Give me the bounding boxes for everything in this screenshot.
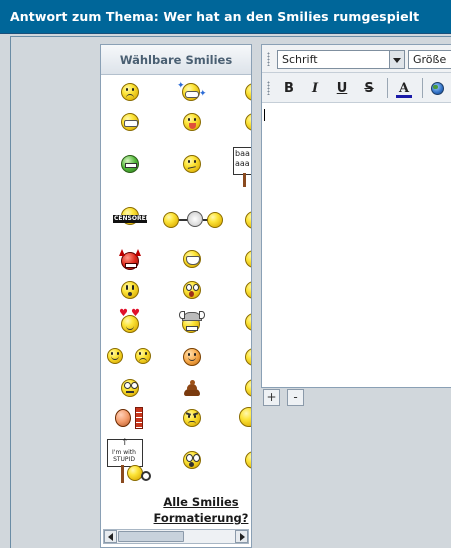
smiley-rolleyes[interactable] [121, 379, 139, 397]
text-color-button[interactable]: A [394, 79, 414, 98]
smiley-baaa-sign[interactable]: baa aaa [233, 147, 251, 187]
smiley-partial-4[interactable] [245, 211, 251, 229]
smiley-partial-11[interactable] [245, 451, 251, 469]
stupid-sign-text: I'm with STUPID [112, 449, 136, 463]
smiley-big-grin[interactable] [183, 250, 201, 268]
toolbar-separator [387, 78, 388, 98]
smiley-censored[interactable]: CENSORED [113, 207, 151, 229]
smiley-group[interactable] [163, 211, 223, 229]
smiley-sad[interactable] [121, 83, 139, 101]
all-smilies-link[interactable]: Alle Smilies [126, 495, 251, 509]
smiley-grin[interactable] [121, 113, 139, 131]
smiley-shocked-2[interactable] [183, 451, 201, 469]
smiley-partial-1[interactable] [245, 83, 251, 101]
smilies-panel-title: Wählbare Smilies [119, 53, 233, 67]
smiley-partial-9[interactable] [245, 379, 251, 397]
smiley-dizzy[interactable]: ✦ ✦ [177, 81, 207, 101]
font-size-select[interactable]: Größe [408, 50, 451, 69]
baaa-sign-text: baa aaa [235, 149, 250, 168]
smiley-partial-6[interactable] [245, 281, 251, 299]
smiley-wall-bang[interactable] [115, 407, 143, 429]
smilies-horizontal-scrollbar[interactable] [103, 529, 249, 544]
format-toolbar: B I U S A [262, 73, 451, 103]
smiley-sick[interactable] [121, 155, 139, 173]
shrink-editor-button[interactable]: - [287, 389, 304, 406]
smiley-partial-8[interactable] [245, 348, 251, 366]
font-family-value: Schrift [282, 53, 318, 66]
formatting-help-link[interactable]: Formatierung? [126, 511, 251, 525]
rich-text-editor: Schrift Größe B I U S A [261, 44, 451, 388]
smiley-blush[interactable] [183, 348, 201, 366]
smiley-shocked[interactable] [183, 281, 201, 299]
strikethrough-button[interactable]: S [359, 79, 379, 98]
font-family-select[interactable]: Schrift [277, 50, 405, 69]
arrow-left-icon [108, 533, 113, 541]
scroll-left-button[interactable] [104, 530, 117, 543]
smiley-partial-10[interactable] [239, 407, 251, 427]
color-swatch [396, 95, 412, 98]
underline-button[interactable]: U [332, 79, 352, 98]
censored-label: CENSORED [114, 215, 151, 222]
smiley-poop[interactable] [183, 379, 201, 397]
scrollbar-thumb[interactable] [118, 531, 184, 542]
smiley-partial-2[interactable] [245, 113, 251, 131]
font-size-value: Größe [413, 53, 447, 66]
smilies-panel-header: Wählbare Smilies [101, 45, 251, 75]
enlarge-editor-button[interactable]: + [263, 389, 280, 406]
smiley-confused[interactable] [183, 155, 201, 173]
smiley-angry[interactable] [183, 409, 201, 427]
bold-button[interactable]: B [279, 79, 299, 98]
smiley-smile[interactable] [107, 348, 123, 364]
smiley-devil[interactable] [119, 249, 141, 271]
window-title-bar: Antwort zum Thema: Wer hat an den Smilie… [0, 0, 451, 34]
toolbar-separator [422, 78, 423, 98]
smiley-viking[interactable] [179, 311, 205, 333]
smiley-tongue[interactable] [183, 113, 201, 131]
smiley-stupid-sign[interactable]: ↑ I'm with STUPID [107, 438, 153, 487]
toolbar-grip-icon[interactable] [267, 52, 270, 66]
font-toolbar: Schrift Größe [262, 45, 451, 73]
smiley-in-love[interactable]: ♥ ♥ [119, 308, 141, 333]
smiley-partial-7[interactable] [245, 313, 251, 331]
text-color-icon: A [398, 81, 410, 96]
italic-button[interactable]: I [305, 79, 325, 98]
scroll-right-button[interactable] [235, 530, 248, 543]
toolbar-grip-icon[interactable] [267, 81, 270, 95]
smilies-panel: Wählbare Smilies ✦ ✦ baa aaa CENSORED ♥ … [100, 44, 252, 548]
window-title: Antwort zum Thema: Wer hat an den Smilie… [10, 9, 420, 24]
smiley-frown[interactable] [135, 348, 151, 364]
smiley-surprised[interactable] [121, 281, 139, 299]
arrow-right-icon [240, 533, 245, 541]
smiley-partial-5[interactable] [245, 250, 251, 268]
text-cursor [264, 109, 265, 121]
insert-link-button[interactable] [428, 79, 448, 98]
chevron-down-icon[interactable] [389, 51, 404, 68]
